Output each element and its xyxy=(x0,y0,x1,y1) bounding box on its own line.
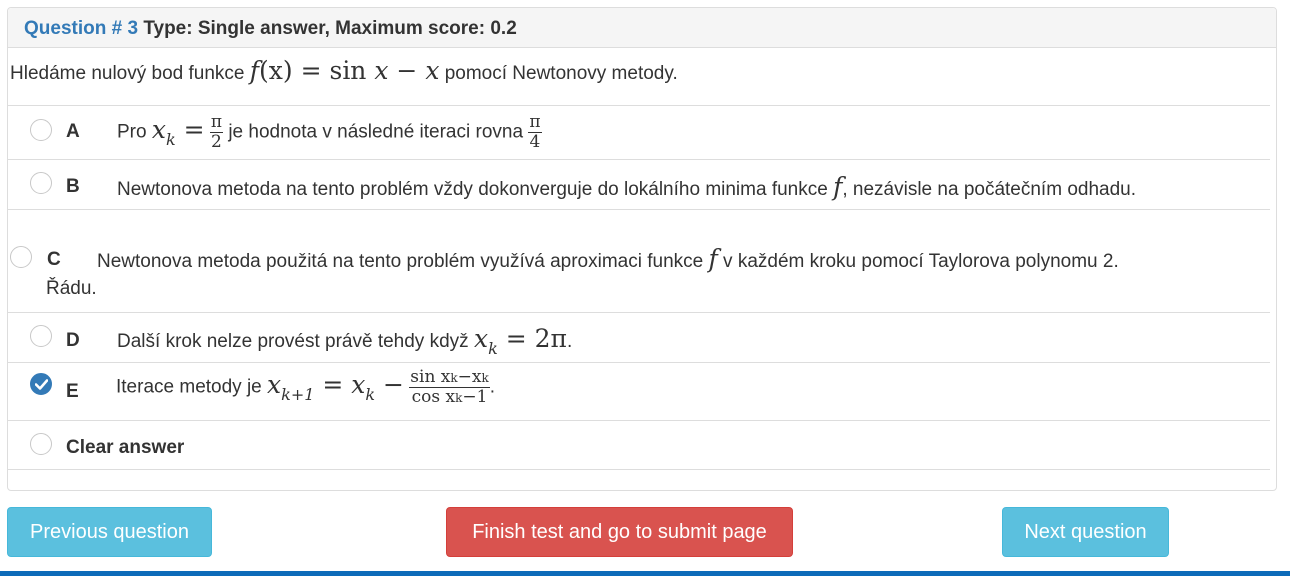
clear-answer-label: Clear answer xyxy=(66,437,185,458)
option-d[interactable]: D Další krok nelze provést právě tehdy k… xyxy=(8,312,1270,362)
option-a[interactable]: A Pro xk = π2 je hodnota v následné iter… xyxy=(8,105,1270,159)
bottom-bar xyxy=(0,571,1290,576)
previous-question-button[interactable]: Previous question xyxy=(7,507,212,557)
question-type: Type: Single answer, Maximum score: 0.2 xyxy=(143,18,517,39)
option-e-fraction: sin xk−xk cos xk−1 xyxy=(409,367,490,407)
question-header: Question # 3 Type: Single answer, Maximu… xyxy=(8,8,1276,48)
option-a-radio[interactable] xyxy=(30,119,52,141)
option-d-radio[interactable] xyxy=(30,325,52,347)
finish-test-button[interactable]: Finish test and go to submit page xyxy=(446,507,793,557)
question-number: Question # 3 xyxy=(24,18,139,39)
next-question-button[interactable]: Next question xyxy=(1002,507,1169,557)
option-c-radio[interactable] xyxy=(10,246,32,268)
option-a-fraction-2: π4 xyxy=(528,112,542,152)
option-b[interactable]: B Newtonova metoda na tento problém vždy… xyxy=(8,159,1270,209)
option-e-radio-checked[interactable] xyxy=(30,373,52,395)
checkmark-icon xyxy=(35,379,48,390)
question-text-after: pomocí Newtonovy metody. xyxy=(444,63,678,84)
option-e-letter: E xyxy=(66,381,79,402)
option-a-fraction-1: π2 xyxy=(209,112,224,152)
option-d-text: Další krok nelze provést právě tehdy kdy… xyxy=(117,324,573,358)
option-b-text: Newtonova metoda na tento problém vždy d… xyxy=(117,172,1136,201)
clear-answer-option[interactable]: Clear answer xyxy=(8,420,1270,470)
option-b-letter: B xyxy=(66,176,80,197)
option-a-text: Pro xk = π2 je hodnota v následné iterac… xyxy=(117,112,542,152)
question-text-before: Hledáme nulový bod funkce xyxy=(10,63,245,84)
option-c-text-line2: Řádu. xyxy=(46,278,97,299)
option-c[interactable]: C Newtonova metoda použitá na tento prob… xyxy=(8,209,1270,312)
option-e-text: Iterace metody je xk+1 = xk − sin xk−xk … xyxy=(116,367,496,407)
option-e[interactable]: E Iterace metody je xk+1 = xk − sin xk−x… xyxy=(8,362,1270,420)
option-d-letter: D xyxy=(66,330,80,351)
option-a-letter: A xyxy=(66,121,80,142)
option-c-letter: C xyxy=(47,249,61,270)
question-text: Hledáme nulový bod funkce f(x) = sin x −… xyxy=(10,56,678,85)
option-b-radio[interactable] xyxy=(30,172,52,194)
option-c-text: Newtonova metoda použitá na tento problé… xyxy=(97,244,1119,273)
question-formula: f(x) = sin x − x xyxy=(249,56,440,85)
clear-answer-radio[interactable] xyxy=(30,433,52,455)
question-heading: Question # 3 Type: Single answer, Maximu… xyxy=(24,18,517,40)
